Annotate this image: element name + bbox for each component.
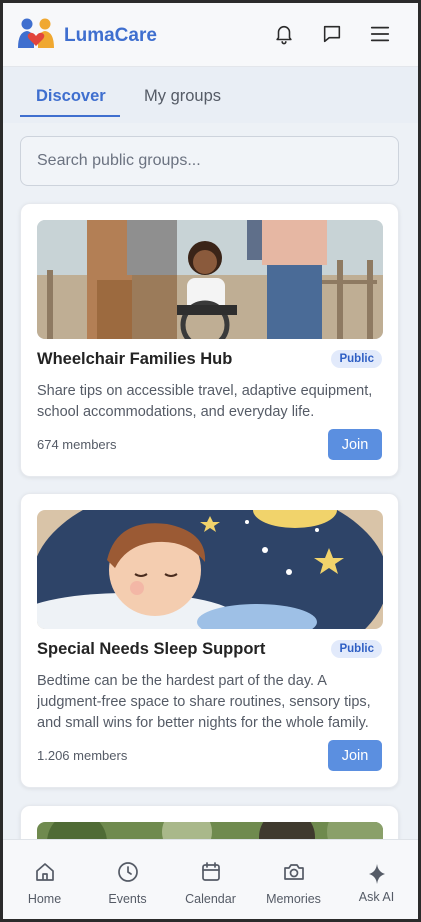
visibility-badge: Public [331, 350, 382, 368]
nav-memories[interactable]: Memories [252, 840, 335, 919]
group-card-sleep[interactable]: Special Needs Sleep Support Public Bedti… [20, 493, 399, 788]
menu-button[interactable] [367, 21, 393, 47]
nav-label: Calendar [185, 892, 236, 906]
group-image-partial [37, 822, 383, 839]
active-tab-indicator [20, 115, 120, 117]
join-button[interactable]: Join [328, 429, 382, 460]
groups-content[interactable]: Wheelchair Families Hub Public Share tip… [3, 123, 418, 839]
home-icon [35, 863, 54, 881]
group-tabs: Discover My groups [3, 67, 418, 123]
nav-label: Memories [266, 892, 321, 906]
nav-events[interactable]: Events [86, 840, 169, 919]
group-description: Share tips on accessible travel, adaptiv… [37, 383, 373, 420]
app-header: LumaCare [3, 3, 418, 67]
nav-ask-ai[interactable]: Ask AI [335, 840, 418, 919]
group-title[interactable]: Special Needs Sleep Support [37, 640, 265, 659]
app-frame: LumaCare Discover My groups Search publi… [0, 0, 421, 922]
search-input[interactable] [21, 137, 398, 185]
message-icon [323, 25, 341, 43]
nav-label: Home [27, 892, 62, 906]
tab-my-groups[interactable]: My groups [144, 87, 221, 106]
visibility-badge: Public [331, 640, 382, 658]
member-count: 1.206 members [37, 748, 128, 763]
group-title[interactable]: Wheelchair Families Hub [37, 350, 232, 369]
clock-icon [117, 862, 138, 882]
nav-calendar[interactable]: Calendar [169, 840, 252, 919]
notifications-button[interactable] [271, 21, 297, 47]
group-image-wheelchair [37, 220, 383, 339]
tab-discover[interactable]: Discover [36, 87, 106, 106]
sparkle-icon [368, 864, 385, 884]
menu-icon [370, 26, 390, 42]
camera-icon [283, 864, 304, 880]
group-card-partial[interactable] [20, 805, 399, 839]
group-description: Bedtime can be the hardest part of the d… [37, 673, 371, 731]
nav-label: Ask AI [358, 890, 395, 904]
group-card-wheelchair[interactable]: Wheelchair Families Hub Public Share tip… [20, 203, 399, 477]
member-count: 674 members [37, 437, 117, 452]
bottom-navigation: Home Events Calendar Memories Ask AI [3, 839, 418, 919]
bell-icon [276, 25, 292, 45]
search-box [20, 136, 399, 186]
group-image-sleep [37, 510, 383, 629]
nav-label: Events [108, 892, 147, 906]
messages-button[interactable] [319, 21, 345, 47]
brand-name[interactable]: LumaCare [64, 25, 157, 47]
nav-home[interactable]: Home [3, 840, 86, 919]
calendar-icon [201, 862, 220, 881]
logo-icon [17, 16, 55, 52]
join-button[interactable]: Join [328, 740, 382, 771]
